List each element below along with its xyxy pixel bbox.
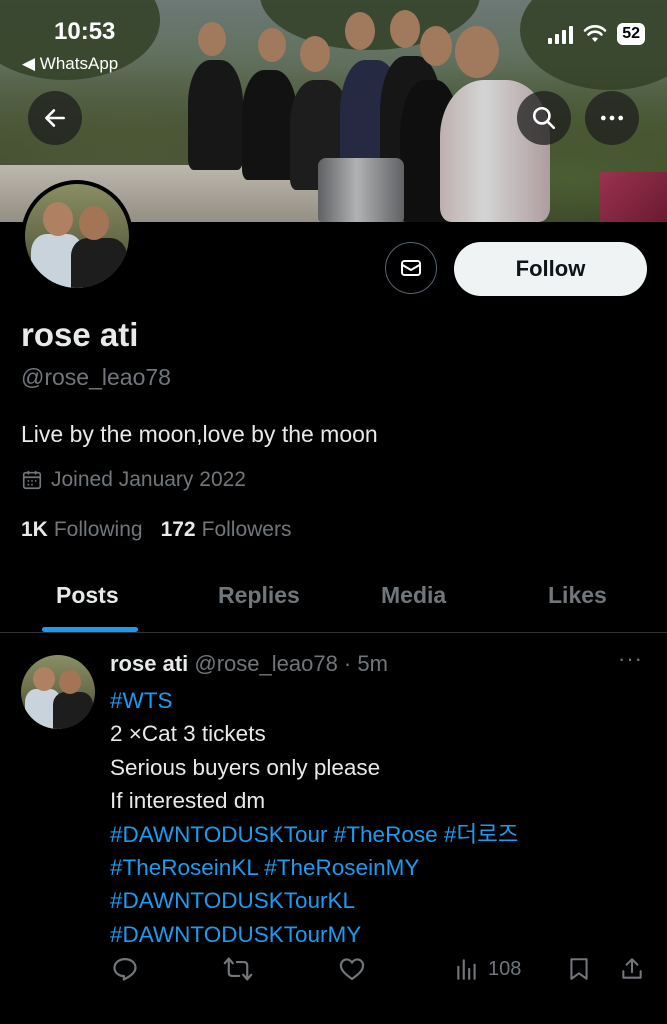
cellular-signal-icon: [548, 24, 574, 44]
battery-indicator: 52: [617, 23, 645, 45]
views-button[interactable]: 108: [454, 955, 521, 983]
followers-label: Followers: [201, 518, 292, 541]
post-text: #WTS 2 ×Cat 3 tickets Serious buyers only …: [110, 684, 650, 951]
following-link[interactable]: 1K Following: [21, 518, 143, 542]
share-icon: [622, 958, 642, 979]
reply-button[interactable]: [111, 955, 139, 983]
wifi-icon: [583, 25, 607, 42]
tab-likes[interactable]: Likes: [548, 582, 607, 609]
message-button[interactable]: [385, 242, 437, 294]
profile-avatar[interactable]: [21, 180, 133, 292]
bookmark-button[interactable]: [566, 955, 592, 983]
post-meta: @rose_leao78 · 5m: [194, 651, 388, 676]
follow-button[interactable]: Follow: [454, 242, 647, 296]
post-hashtag-line[interactable]: #DAWNTODUSKTour #TheRose #더로즈: [110, 818, 650, 851]
post-hashtag-line[interactable]: #DAWNTODUSKTourMY: [110, 918, 650, 951]
post-hashtag-line[interactable]: #WTS: [110, 684, 650, 717]
back-to-app-link[interactable]: ◀ WhatsApp: [22, 54, 118, 74]
calendar-icon: [22, 470, 42, 490]
avatar-image: [25, 184, 129, 288]
profile-handle: @rose_leao78: [21, 364, 171, 390]
post-more-icon[interactable]: ···: [618, 646, 643, 672]
joined-date: Joined January 2022: [21, 468, 246, 492]
like-button[interactable]: [338, 955, 366, 983]
post-hashtag-line[interactable]: #DAWNTODUSKTourKL: [110, 884, 650, 917]
post-text-line: 2 ×Cat 3 tickets: [110, 721, 266, 747]
back-button[interactable]: [28, 91, 82, 145]
more-button[interactable]: [585, 91, 639, 145]
joined-text: Joined January 2022: [51, 468, 246, 491]
bookmark-icon: [570, 958, 588, 980]
status-indicators: 52: [548, 22, 645, 46]
repost-icon: [223, 957, 253, 981]
search-button[interactable]: [517, 91, 571, 145]
tab-posts[interactable]: Posts: [56, 582, 119, 609]
status-bar: 10:53 ◀ WhatsApp 52: [0, 14, 667, 73]
status-time: 10:53: [54, 18, 116, 45]
post-text-line: If interested dm: [110, 788, 266, 814]
views-count: 108: [488, 957, 522, 980]
follow-counts: 1K Following 172 Followers: [21, 518, 291, 542]
post-author-name[interactable]: rose ati: [110, 651, 188, 676]
profile-tabs: Posts Replies Media Likes: [0, 560, 667, 633]
profile-bio: Live by the moon,love by the moon: [21, 421, 378, 447]
mail-icon: [401, 260, 421, 276]
arrow-left-icon: [45, 109, 65, 127]
following-label: Following: [53, 518, 143, 541]
views-icon: [457, 959, 476, 980]
active-tab-indicator: [42, 627, 138, 632]
following-count: 1K: [21, 518, 48, 541]
followers-count: 172: [160, 518, 196, 541]
repost-button[interactable]: [223, 955, 253, 983]
followers-link[interactable]: 172 Followers: [161, 518, 292, 542]
share-button[interactable]: [619, 955, 645, 983]
heart-icon: [339, 958, 365, 981]
profile-display-name: rose ati: [21, 316, 139, 353]
more-icon: [600, 115, 624, 121]
post-text-line: Serious buyers only please: [110, 754, 381, 780]
post-hashtag-line[interactable]: #TheRoseinKL #TheRoseinMY: [110, 851, 650, 884]
search-icon: [532, 106, 556, 130]
reply-icon: [113, 957, 137, 981]
post-header: rose ati @rose_leao78 · 5m: [110, 651, 388, 677]
post-author-avatar[interactable]: [21, 655, 95, 729]
tab-replies[interactable]: Replies: [218, 582, 300, 609]
tab-media[interactable]: Media: [381, 582, 446, 609]
post-actions: 108: [0, 955, 667, 995]
